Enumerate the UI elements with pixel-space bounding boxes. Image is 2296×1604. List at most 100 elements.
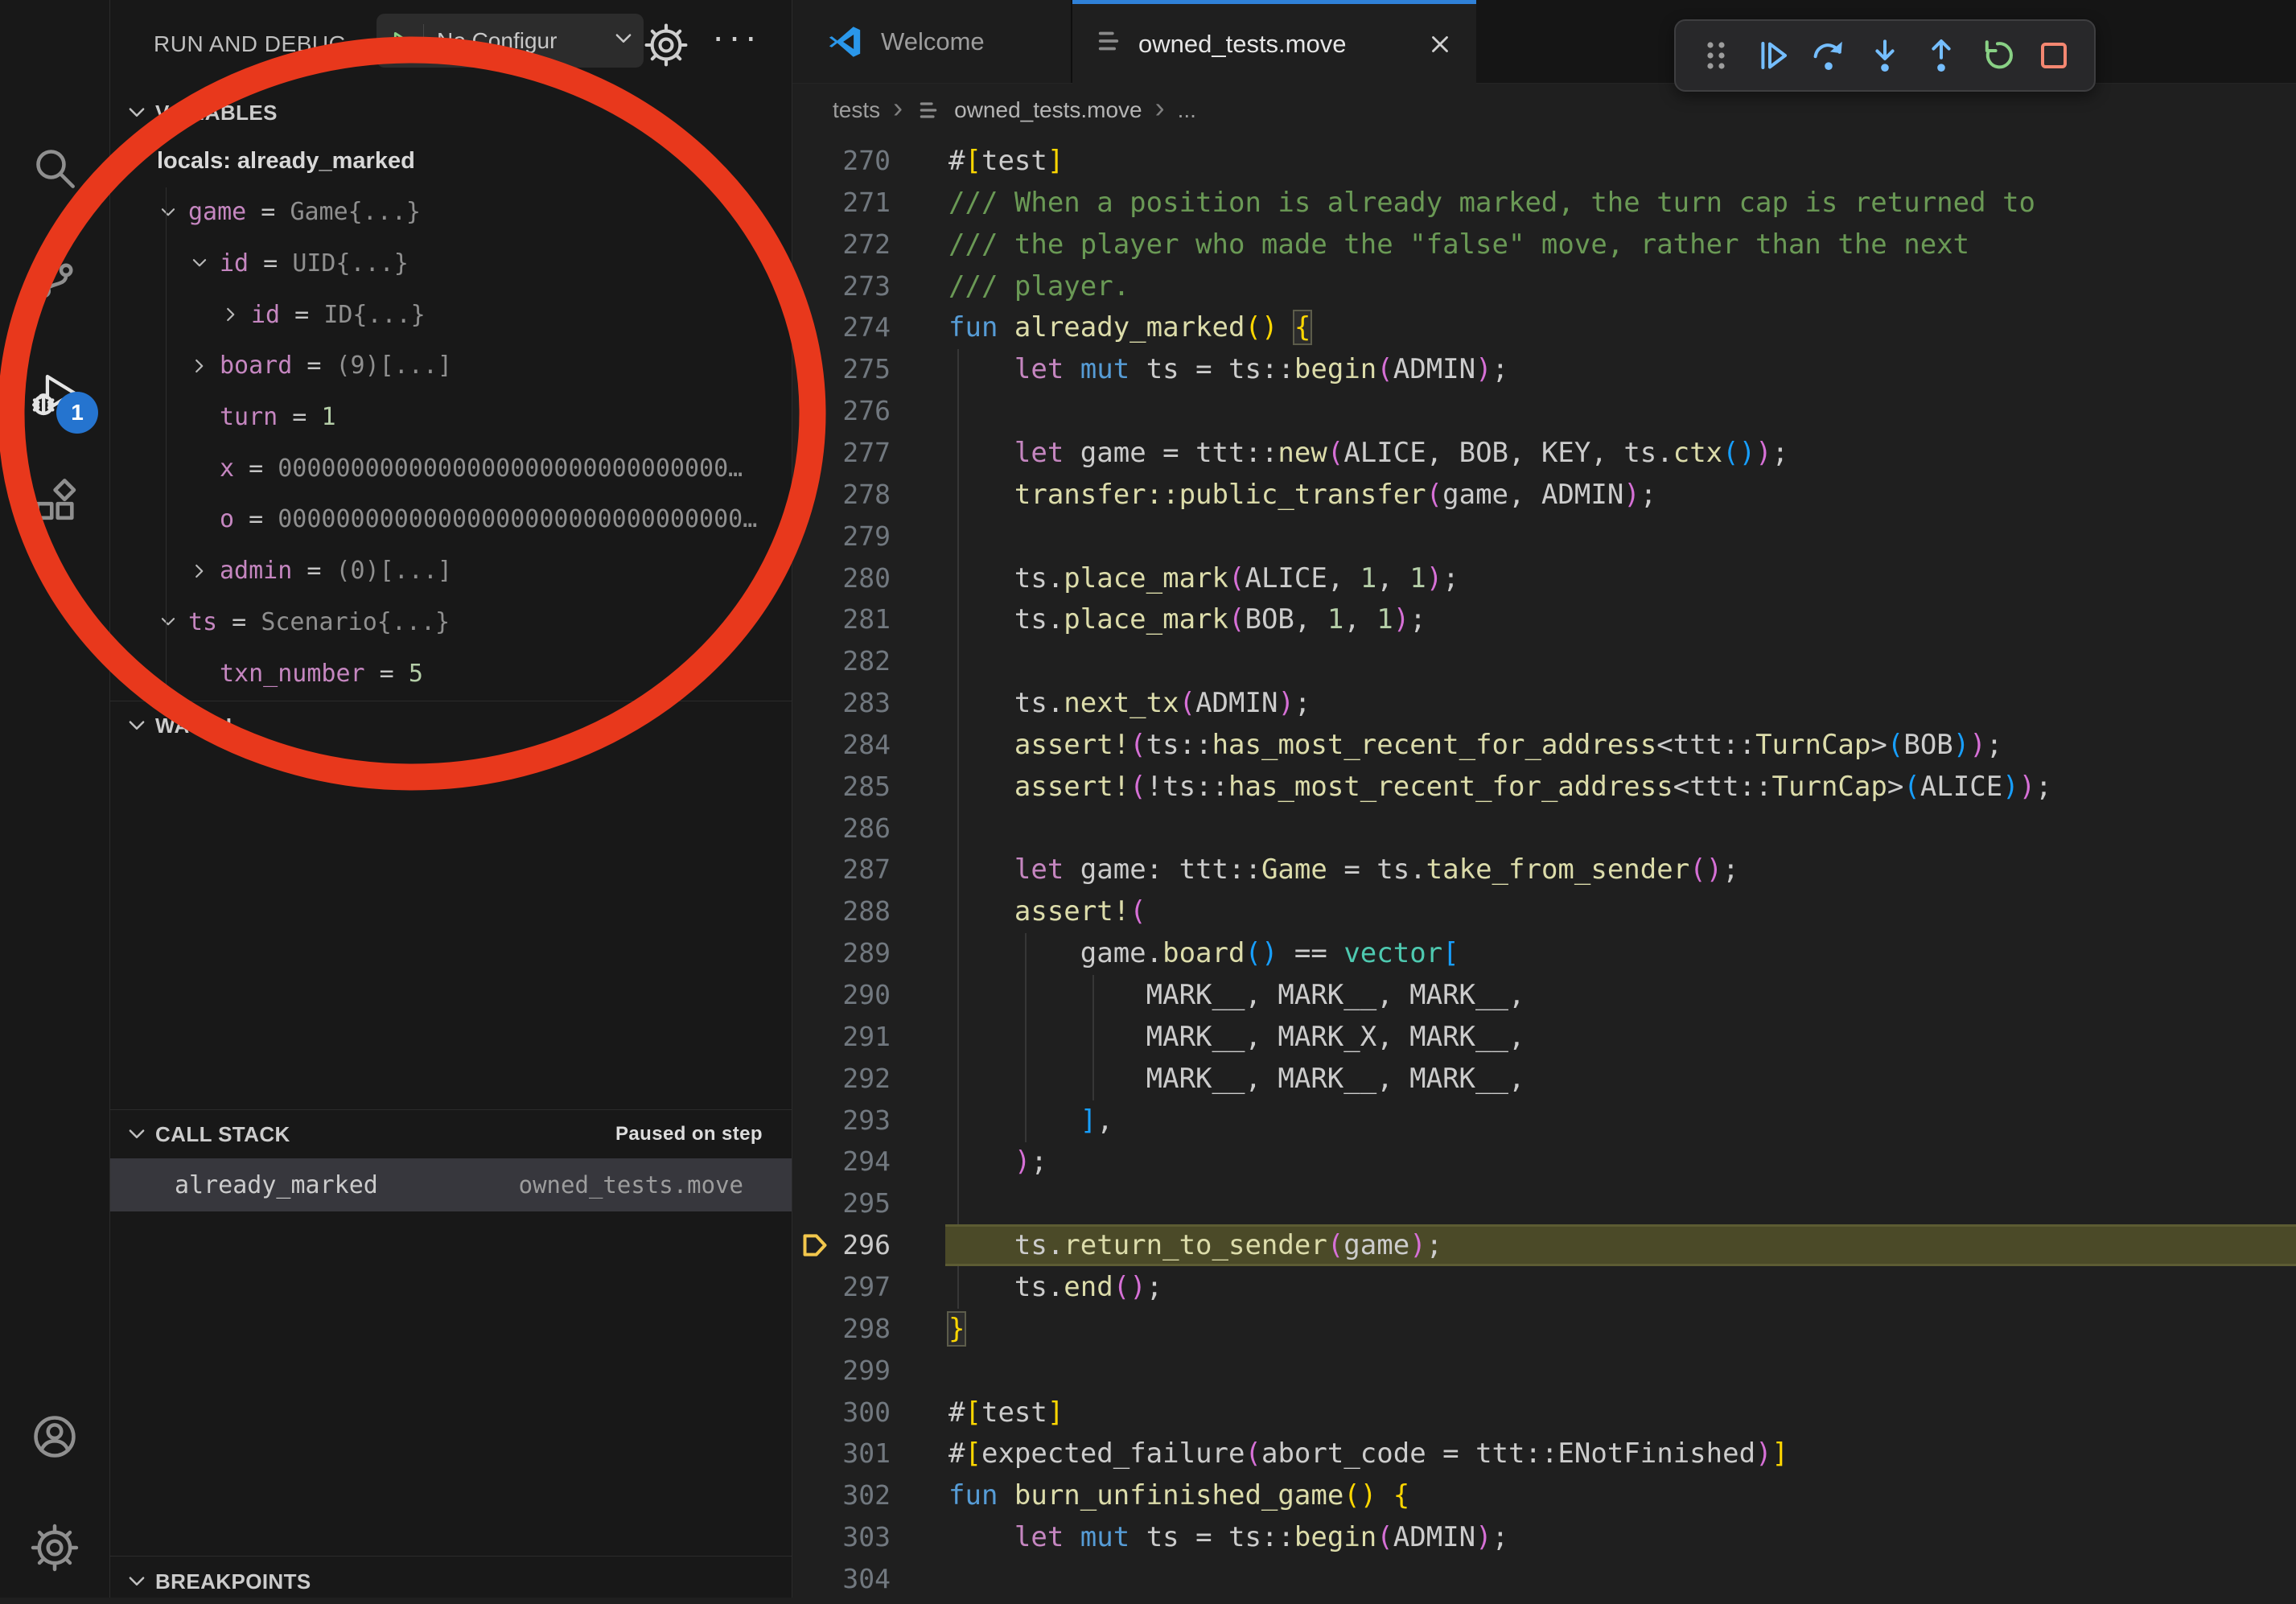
line-number[interactable]: 295 — [792, 1182, 891, 1224]
code-line[interactable]: 284 assert!(ts::has_most_recent_for_addr… — [792, 724, 2296, 766]
code-line[interactable]: 299 — [792, 1350, 2296, 1392]
line-number[interactable]: 290 — [792, 974, 891, 1016]
line-number[interactable]: 286 — [792, 808, 891, 849]
close-icon[interactable] — [1426, 31, 1454, 58]
chevron-down-icon[interactable] — [611, 27, 636, 55]
code-line[interactable]: 291 MARK__, MARK_X, MARK__, — [792, 1016, 2296, 1058]
code-line[interactable]: 281 ts.place_mark(BOB, 1, 1); — [792, 598, 2296, 640]
line-number[interactable]: 275 — [792, 348, 891, 390]
debug-config-dropdown[interactable]: No Configur — [376, 14, 644, 68]
chevron-right-icon[interactable] — [189, 355, 220, 377]
code-line[interactable]: 303 let mut ts = ts::begin(ADMIN); — [792, 1516, 2296, 1558]
code-line[interactable]: 276 — [792, 390, 2296, 432]
code-line[interactable]: 274fun already_marked() { — [792, 306, 2296, 348]
code-line[interactable]: 279 — [792, 516, 2296, 557]
line-number[interactable]: 289 — [792, 932, 891, 974]
step-into-button[interactable] — [1864, 35, 1906, 76]
line-number[interactable]: 294 — [792, 1141, 891, 1182]
line-number[interactable]: 277 — [792, 432, 891, 474]
breadcrumb-file[interactable]: owned_tests.move — [954, 97, 1142, 123]
line-number[interactable]: 284 — [792, 724, 891, 766]
activity-item-source-control[interactable] — [23, 245, 87, 310]
tab-owned-tests-move[interactable]: owned_tests.move — [1072, 0, 1476, 84]
code-line[interactable]: 288 assert!( — [792, 890, 2296, 932]
activity-item-explorer[interactable] — [23, 23, 87, 87]
line-number[interactable]: 293 — [792, 1100, 891, 1141]
variable-row[interactable]: game = Game{...} — [110, 187, 792, 238]
start-debug-icon[interactable] — [376, 27, 423, 55]
variables-section-header[interactable]: VARIABLES — [110, 90, 792, 135]
line-number[interactable]: 292 — [792, 1058, 891, 1100]
more-actions-icon[interactable]: ··· — [712, 14, 761, 58]
chevron-down-icon[interactable] — [189, 252, 220, 274]
tab-label[interactable]: owned_tests.move — [1138, 30, 1346, 59]
variable-row[interactable]: turn = 1 — [110, 392, 792, 443]
step-over-button[interactable] — [1808, 35, 1850, 76]
code-line[interactable]: 302fun burn_unfinished_game() { — [792, 1474, 2296, 1516]
config-dropdown-label[interactable]: No Configur — [437, 28, 557, 54]
watch-section-header[interactable]: WATCH — [110, 703, 792, 748]
code-line[interactable]: 294 ); — [792, 1141, 2296, 1182]
variable-row[interactable]: board = (9)[...] — [110, 340, 792, 392]
variable-row[interactable]: txn_number = 5 — [110, 648, 792, 699]
code-line[interactable]: 285 assert!(!ts::has_most_recent_for_add… — [792, 766, 2296, 808]
tab-label[interactable]: Welcome — [881, 27, 985, 56]
line-number[interactable]: 285 — [792, 766, 891, 808]
line-number[interactable]: 299 — [792, 1350, 891, 1392]
variable-row[interactable]: id = UID{...} — [110, 237, 792, 289]
line-number[interactable]: 274 — [792, 306, 891, 348]
code-line[interactable]: 295 — [792, 1182, 2296, 1224]
line-number[interactable]: 273 — [792, 265, 891, 307]
line-number[interactable]: 298 — [792, 1308, 891, 1350]
code-line[interactable]: 278 transfer::public_transfer(game, ADMI… — [792, 474, 2296, 516]
step-out-button[interactable] — [1920, 35, 1962, 76]
line-number[interactable]: 301 — [792, 1433, 891, 1474]
chevron-down-icon[interactable] — [158, 201, 188, 224]
line-number[interactable]: 271 — [792, 182, 891, 224]
chevron-right-icon[interactable] — [220, 303, 251, 326]
scope-row[interactable]: locals: already_marked — [110, 135, 792, 187]
activity-item-settings[interactable] — [23, 1516, 87, 1580]
line-number[interactable]: 279 — [792, 516, 891, 557]
line-number[interactable]: 303 — [792, 1516, 891, 1558]
code-line[interactable]: 296 ts.return_to_sender(game); — [792, 1224, 2296, 1266]
drag-handle-button[interactable] — [1695, 35, 1737, 76]
line-number[interactable]: 280 — [792, 557, 891, 599]
code-line[interactable]: 293 ], — [792, 1100, 2296, 1141]
call-stack-frame[interactable]: already_markedowned_tests.move — [110, 1158, 792, 1211]
variable-row[interactable]: id = ID{...} — [110, 289, 792, 340]
activity-item-account[interactable] — [23, 1405, 87, 1469]
activity-item-search[interactable] — [23, 136, 87, 200]
activity-item-run-and-debug[interactable]: 1 — [23, 363, 87, 427]
code-line[interactable]: 282 — [792, 640, 2296, 682]
code-line[interactable]: 297 ts.end(); — [792, 1266, 2296, 1308]
restart-button[interactable] — [1977, 35, 2018, 76]
call-stack-section-header[interactable]: CALL STACK Paused on step — [110, 1112, 792, 1157]
line-number[interactable]: 270 — [792, 140, 891, 182]
code-line[interactable]: 287 let game: ttt::Game = ts.take_from_s… — [792, 849, 2296, 890]
line-number[interactable]: 288 — [792, 890, 891, 932]
stop-button[interactable] — [2033, 35, 2075, 76]
code-line[interactable]: 290 MARK__, MARK__, MARK__, — [792, 974, 2296, 1016]
line-number[interactable]: 283 — [792, 682, 891, 724]
code-line[interactable]: 273/// player. — [792, 265, 2296, 307]
line-number[interactable]: 282 — [792, 640, 891, 682]
line-number[interactable]: 291 — [792, 1016, 891, 1058]
variable-row[interactable]: admin = (0)[...] — [110, 545, 792, 597]
activity-item-extensions[interactable] — [23, 469, 87, 533]
chevron-down-icon[interactable] — [126, 150, 157, 172]
code-line[interactable]: 304 — [792, 1558, 2296, 1598]
code-line[interactable]: 275 let mut ts = ts::begin(ADMIN); — [792, 348, 2296, 390]
code-line[interactable]: 301#[expected_failure(abort_code = ttt::… — [792, 1433, 2296, 1474]
chevron-right-icon[interactable] — [189, 560, 220, 582]
code-line[interactable]: 283 ts.next_tx(ADMIN); — [792, 682, 2296, 724]
code-line[interactable]: 292 MARK__, MARK__, MARK__, — [792, 1058, 2296, 1100]
code-line[interactable]: 277 let game = ttt::new(ALICE, BOB, KEY,… — [792, 432, 2296, 474]
gear-icon[interactable] — [643, 22, 689, 68]
breadcrumb-folder[interactable]: tests — [833, 97, 880, 123]
line-number[interactable]: 287 — [792, 849, 891, 890]
line-number[interactable]: 278 — [792, 474, 891, 516]
breadcrumb-symbol[interactable]: ... — [1178, 97, 1196, 123]
line-number[interactable]: 302 — [792, 1474, 891, 1516]
line-number[interactable]: 281 — [792, 598, 891, 640]
